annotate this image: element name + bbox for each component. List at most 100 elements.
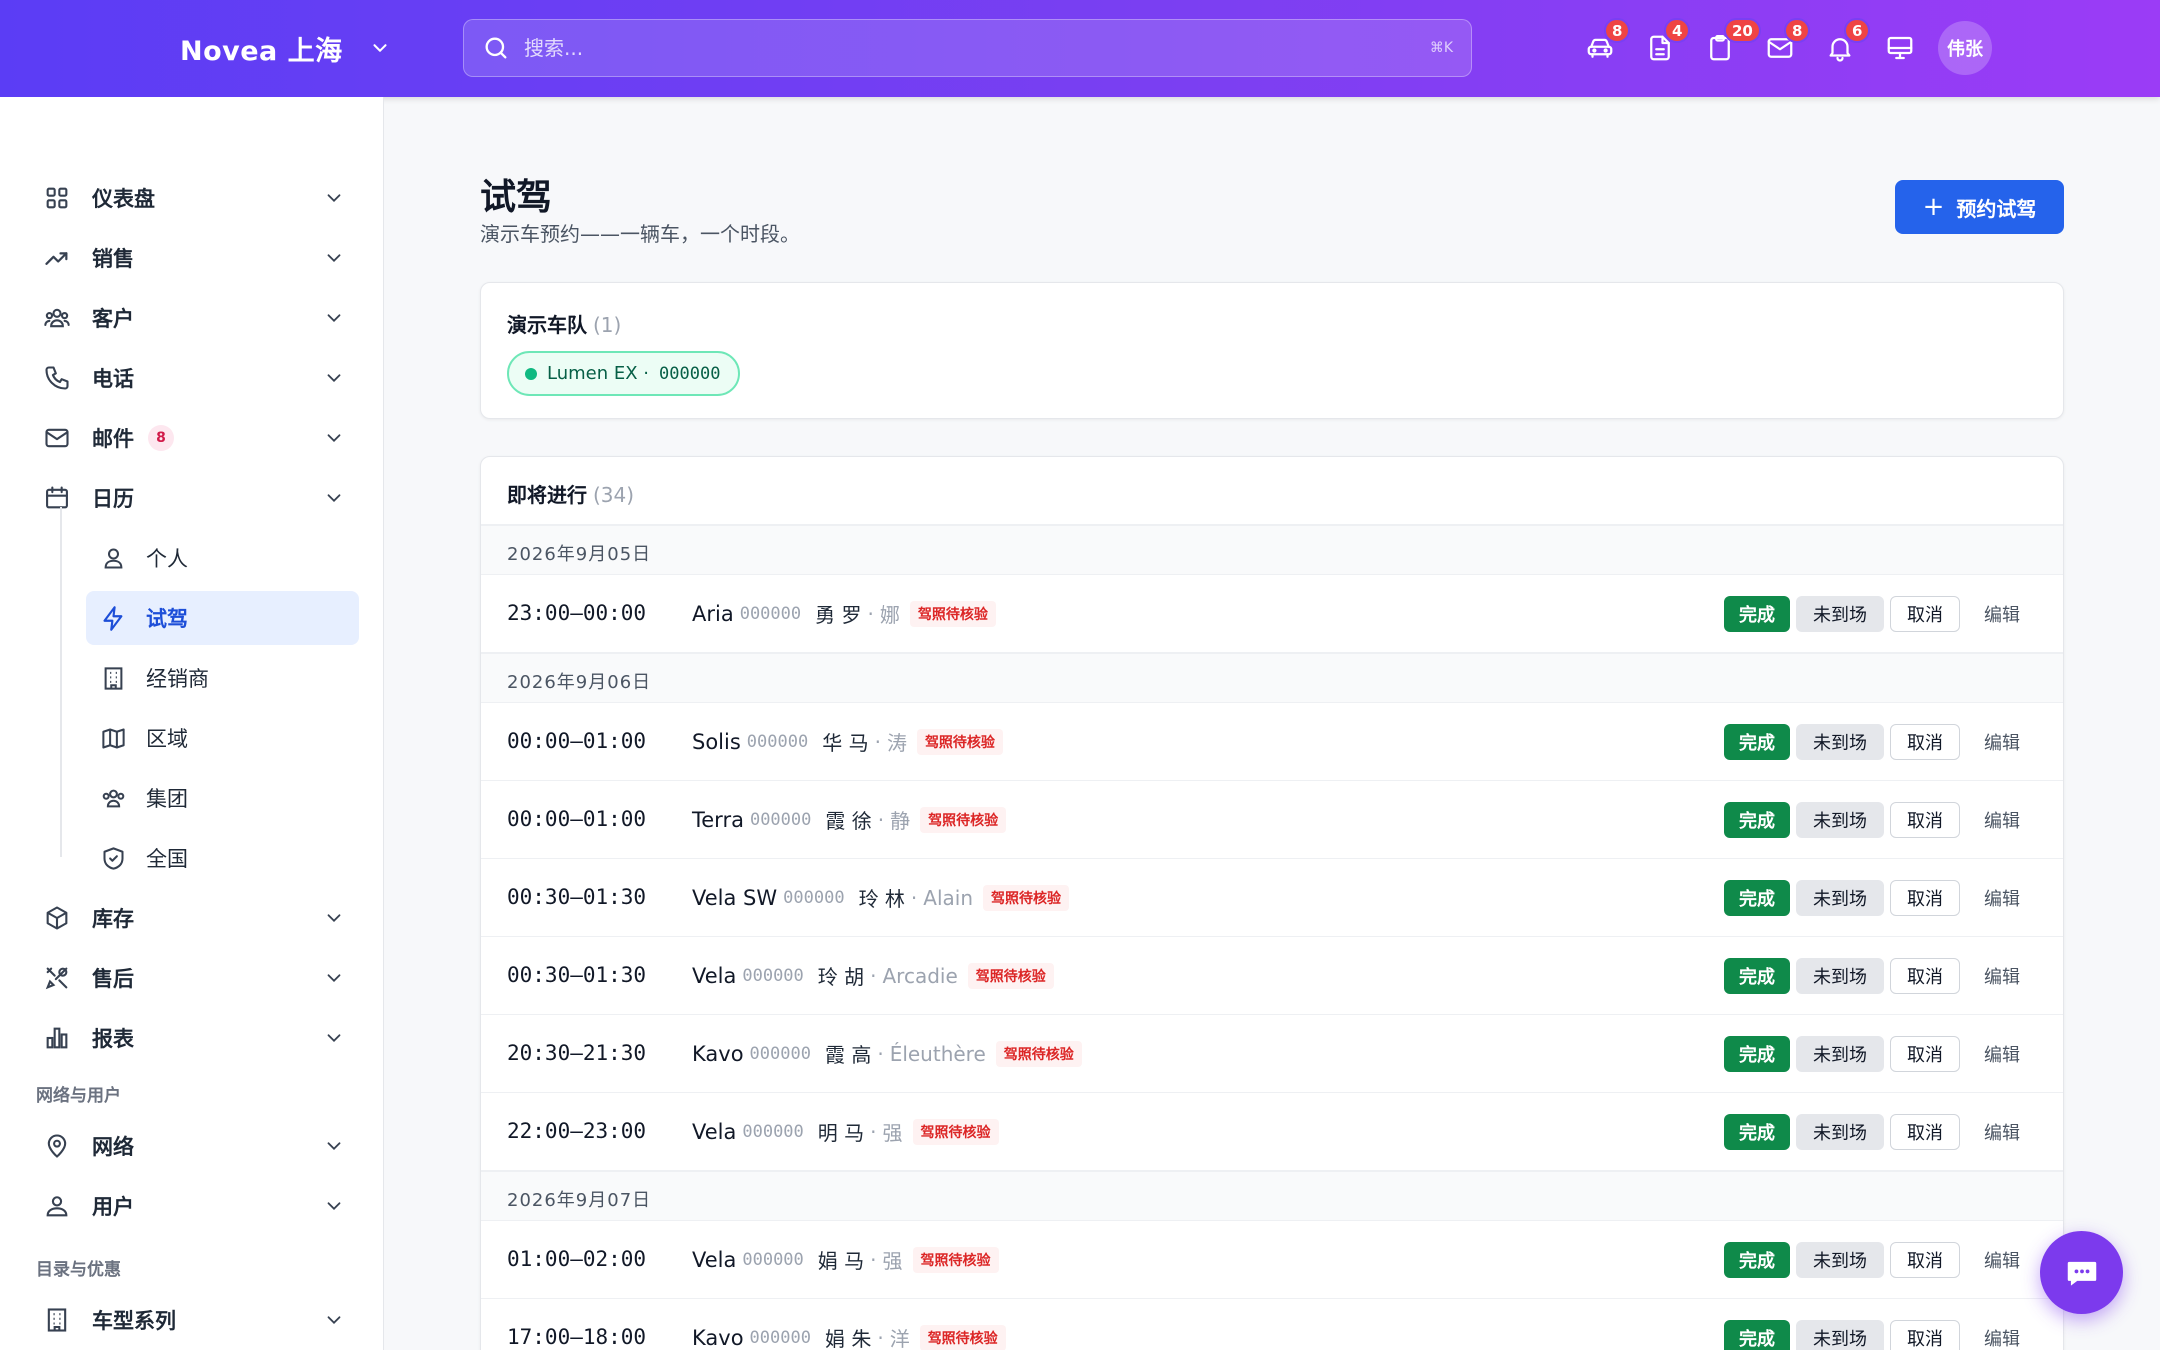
mail-button[interactable]: 8 — [1750, 18, 1811, 76]
complete-button[interactable]: 完成 — [1724, 596, 1790, 632]
sidebar-item-label: 日历 — [92, 487, 134, 511]
no-show-button[interactable]: 未到场 — [1796, 596, 1884, 632]
car-badge: 8 — [1604, 18, 1631, 43]
complete-button[interactable]: 完成 — [1724, 1036, 1790, 1072]
complete-button[interactable]: 完成 — [1724, 802, 1790, 838]
edit-button[interactable]: 编辑 — [1972, 802, 2032, 838]
license-status-badge: 驾照待核验 — [920, 806, 1007, 833]
brand-switcher[interactable]: Novea 上海 — [180, 28, 391, 68]
complete-button[interactable]: 完成 — [1724, 958, 1790, 994]
no-show-button[interactable]: 未到场 — [1796, 1114, 1884, 1150]
location-icon — [42, 1131, 72, 1161]
sidebar-subitem-region[interactable]: 区域 — [86, 711, 359, 765]
calendar-icon — [42, 483, 72, 513]
cancel-button[interactable]: 取消 — [1890, 880, 1960, 916]
sidebar-item-customers[interactable]: 客户 — [30, 291, 355, 345]
no-show-button[interactable]: 未到场 — [1796, 880, 1884, 916]
no-show-button[interactable]: 未到场 — [1796, 724, 1884, 760]
row-actions: 完成 未到场 取消 编辑 — [1724, 1036, 2032, 1072]
section-label-network: 网络与用户 — [36, 1086, 121, 1106]
complete-button[interactable]: 完成 — [1724, 880, 1790, 916]
no-show-button[interactable]: 未到场 — [1796, 1320, 1884, 1350]
customer-name: 霞 徐 — [825, 809, 872, 833]
sidebar-item-mail[interactable]: 邮件 8 — [30, 411, 355, 465]
row-actions: 完成 未到场 取消 编辑 — [1724, 1320, 2032, 1350]
car-button[interactable]: 8 — [1570, 18, 1631, 76]
chat-button[interactable] — [2040, 1231, 2123, 1314]
edit-button[interactable]: 编辑 — [1972, 596, 2032, 632]
sidebar-item-users[interactable]: 用户 — [30, 1179, 355, 1233]
no-show-button[interactable]: 未到场 — [1796, 802, 1884, 838]
sales-rep: Éleuthère — [889, 1041, 986, 1066]
sidebar-subitem-label: 经销商 — [146, 667, 209, 691]
documents-button[interactable]: 4 — [1630, 18, 1691, 76]
sidebar-subitem-national[interactable]: 全国 — [86, 831, 359, 885]
complete-button[interactable]: 完成 — [1724, 1242, 1790, 1278]
notifications-button[interactable]: 6 — [1810, 18, 1871, 76]
cancel-button[interactable]: 取消 — [1890, 958, 1960, 994]
sidebar-item-phone[interactable]: 电话 — [30, 351, 355, 405]
search-input[interactable] — [524, 36, 1430, 60]
cancel-button[interactable]: 取消 — [1890, 724, 1960, 760]
sidebar-item-sales[interactable]: 销售 — [30, 231, 355, 285]
display-button[interactable] — [1870, 20, 1930, 76]
cancel-button[interactable]: 取消 — [1890, 596, 1960, 632]
tasks-button[interactable]: 20 — [1690, 18, 1761, 76]
search-bar[interactable]: ⌘K — [463, 19, 1472, 77]
sidebar-item-inventory[interactable]: 库存 — [30, 891, 355, 945]
complete-button[interactable]: 完成 — [1724, 1114, 1790, 1150]
sidebar-item-reports[interactable]: 报表 — [30, 1011, 355, 1065]
vehicle-chip[interactable]: Lumen EX · 000000 — [507, 351, 741, 396]
edit-button[interactable]: 编辑 — [1972, 1242, 2032, 1278]
dashboard-icon — [42, 183, 72, 213]
upcoming-title: 即将进行 (34) — [507, 479, 634, 508]
sidebar-subitem-dealer[interactable]: 经销商 — [86, 651, 359, 705]
sidebar-item-aftersales[interactable]: 售后 — [30, 951, 355, 1005]
sales-rep: 娜 — [879, 603, 900, 627]
sidebar-item-model-series[interactable]: 车型系列 — [30, 1293, 355, 1347]
demo-fleet-card: 演示车队 (1) Lumen EX · 000000 — [480, 282, 2064, 419]
appointment-info: Vela 000000 明 马 · 强 驾照待核验 — [692, 1117, 999, 1146]
cancel-button[interactable]: 取消 — [1890, 1242, 1960, 1278]
complete-button[interactable]: 完成 — [1724, 1320, 1790, 1350]
cancel-button[interactable]: 取消 — [1890, 802, 1960, 838]
bolt-icon — [98, 603, 128, 633]
cancel-button[interactable]: 取消 — [1890, 1036, 1960, 1072]
edit-button[interactable]: 编辑 — [1972, 1320, 2032, 1350]
no-show-button[interactable]: 未到场 — [1796, 1242, 1884, 1278]
edit-button[interactable]: 编辑 — [1972, 724, 2032, 760]
edit-button[interactable]: 编辑 — [1972, 1114, 2032, 1150]
sidebar-item-label: 销售 — [92, 247, 134, 271]
edit-button[interactable]: 编辑 — [1972, 880, 2032, 916]
sidebar-subitem-group[interactable]: 集团 — [86, 771, 359, 825]
complete-button[interactable]: 完成 — [1724, 724, 1790, 760]
sidebar-item-dashboard[interactable]: 仪表盘 — [30, 171, 355, 225]
separator-dot: · — [910, 885, 918, 910]
status-dot-icon — [525, 367, 537, 380]
box-icon — [42, 903, 72, 933]
separator-dot: · — [870, 1247, 877, 1272]
separator-dot: · — [877, 807, 885, 832]
separator-dot: · — [870, 963, 877, 988]
mail-count-badge: 8 — [148, 425, 174, 451]
vehicle-vin: 000000 — [659, 363, 721, 384]
edit-button[interactable]: 编辑 — [1972, 1036, 2032, 1072]
sidebar-subitem-test-drive[interactable]: 试驾 — [86, 591, 359, 645]
vehicle-model: Vela — [692, 1119, 737, 1144]
no-show-button[interactable]: 未到场 — [1796, 1036, 1884, 1072]
sidebar-item-network[interactable]: 网络 — [30, 1119, 355, 1173]
cancel-button[interactable]: 取消 — [1890, 1320, 1960, 1350]
avatar[interactable]: 伟张 — [1938, 21, 1992, 75]
separator-dot: · — [877, 1041, 884, 1066]
sidebar-subitem-personal[interactable]: 个人 — [86, 531, 359, 585]
customer-name: 玲 林 — [858, 887, 905, 911]
edit-button[interactable]: 编辑 — [1972, 958, 2032, 994]
no-show-button[interactable]: 未到场 — [1796, 958, 1884, 994]
upcoming-count: (34) — [593, 483, 635, 507]
sidebar-item-label: 售后 — [92, 967, 134, 991]
cancel-button[interactable]: 取消 — [1890, 1114, 1960, 1150]
date-group-header: 2026年9月07日 — [481, 1171, 2063, 1221]
appointment-row: 23:00–00:00 Aria 000000 勇 罗 · 娜 驾照待核验 完成… — [481, 575, 2063, 653]
book-test-drive-button[interactable]: + 预约试驾 — [1895, 180, 2064, 234]
sidebar-item-calendar[interactable]: 日历 — [30, 471, 355, 525]
